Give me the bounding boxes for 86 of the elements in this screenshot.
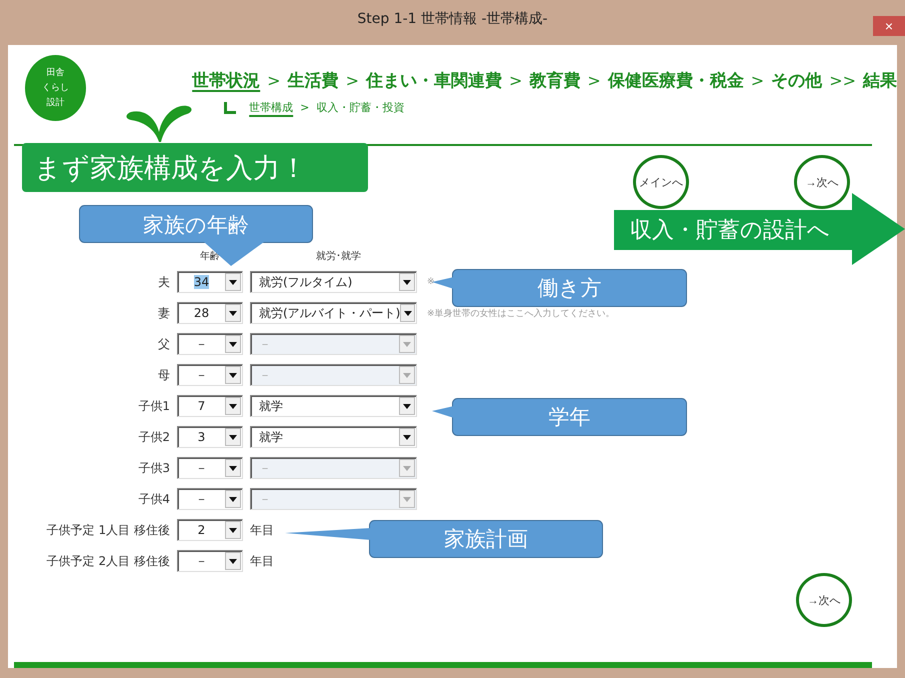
nav-link[interactable]: 生活費 xyxy=(288,69,339,92)
nav-separator: > xyxy=(750,71,764,90)
nav-link[interactable]: その他 xyxy=(771,69,822,92)
banner: まず家族構成を入力！ xyxy=(22,143,368,192)
caret-icon xyxy=(229,466,237,470)
job-combo[interactable]: 就学 xyxy=(250,426,417,448)
caret-icon xyxy=(403,280,411,284)
row-label: 夫 xyxy=(157,274,170,290)
subnav-link[interactable]: 収入・貯蓄・投資 xyxy=(316,100,404,115)
nav-separator: > xyxy=(267,71,281,90)
caret-icon xyxy=(404,310,412,316)
nav-separator: > xyxy=(300,101,310,114)
caret-icon xyxy=(229,310,237,316)
column-header: 就労･就学 xyxy=(315,250,362,263)
dropdown-button[interactable] xyxy=(225,552,241,570)
row-label: 子供予定 2人目 移住後 xyxy=(46,552,170,570)
caret-icon xyxy=(403,372,411,378)
age-combo[interactable]: － xyxy=(177,364,243,386)
callout: 学年 xyxy=(432,398,687,436)
logo-text: 設計 xyxy=(46,98,65,108)
year-combo[interactable]: 2 xyxy=(177,519,243,541)
age-combo[interactable]: 3 xyxy=(177,426,243,448)
caret-icon xyxy=(403,466,411,470)
caret-icon xyxy=(229,496,237,502)
dropdown-button[interactable] xyxy=(225,273,241,291)
window-title: Step 1-1 世帯情報 -世帯構成- xyxy=(357,10,548,28)
job-combo[interactable]: 就学 xyxy=(250,395,417,417)
caret-icon xyxy=(229,372,237,378)
age-combo[interactable]: － xyxy=(177,457,243,479)
row-label: 子供3 xyxy=(137,460,170,476)
row-label: 子供4 xyxy=(137,490,170,508)
age-combo[interactable]: 28 xyxy=(177,302,243,324)
caret-icon xyxy=(403,404,411,408)
dropdown-button[interactable] xyxy=(225,490,241,508)
row-label: 母 xyxy=(157,366,170,384)
dropdown-button[interactable] xyxy=(225,459,241,477)
row-label: 子供予定 1人目 移住後 xyxy=(46,522,170,538)
nav-link[interactable]: 結果 xyxy=(863,69,897,92)
logo-text: 田舎 xyxy=(46,68,65,78)
row-label: 妻 xyxy=(157,304,170,322)
dropdown-button[interactable] xyxy=(399,397,415,415)
job-combo[interactable]: 就労(アルバイト・パート) xyxy=(250,302,417,324)
caret-icon xyxy=(229,434,237,440)
nav-link[interactable]: 住まい・車関連費 xyxy=(366,69,502,92)
subnav-link[interactable]: 世帯構成 xyxy=(249,100,294,115)
callout: 家族計画 xyxy=(285,520,603,558)
callout: 働き方 xyxy=(432,269,687,307)
nav-separator: > xyxy=(587,71,601,90)
year-combo[interactable]: － xyxy=(177,550,243,572)
age-combo[interactable]: － xyxy=(177,488,243,510)
logo-text: くらし xyxy=(42,82,70,94)
dropdown-button[interactable] xyxy=(400,304,415,322)
row-label: 父 xyxy=(157,336,170,352)
nav-link[interactable]: 世帯状況 xyxy=(192,69,260,92)
dropdown-button[interactable] xyxy=(225,428,241,446)
caret-icon xyxy=(229,528,237,532)
job-combo[interactable]: 就労(フルタイム) xyxy=(250,271,417,293)
caret-icon xyxy=(229,558,237,564)
note-text: ※単身世帯の女性はここへ入力してください。 xyxy=(427,308,616,320)
nav-separator: >> xyxy=(829,71,856,90)
caret-icon xyxy=(403,434,411,440)
dropdown-button[interactable] xyxy=(225,366,241,384)
unit-label: 年目 xyxy=(250,552,275,570)
age-combo[interactable]: 7 xyxy=(177,395,243,417)
dropdown-button[interactable] xyxy=(225,521,241,539)
caret-icon xyxy=(229,404,237,408)
dropdown-button[interactable] xyxy=(225,397,241,415)
dropdown-button[interactable] xyxy=(399,273,415,291)
dropdown-button[interactable] xyxy=(225,304,241,322)
row-label: 子供1 xyxy=(137,398,170,414)
caret-icon xyxy=(403,496,411,502)
age-combo[interactable]: 34 xyxy=(177,271,243,293)
row-label: 子供2 xyxy=(137,428,170,446)
corner-icon xyxy=(224,102,236,114)
arrow-head-icon xyxy=(852,193,905,265)
caret-icon xyxy=(403,342,411,346)
nav-link[interactable]: 教育費 xyxy=(529,69,580,92)
nav-link[interactable]: 保健医療費・税金 xyxy=(608,69,744,92)
dropdown-button[interactable] xyxy=(225,335,241,353)
close-button[interactable]: × xyxy=(873,16,905,36)
caret-icon xyxy=(229,280,237,284)
age-combo[interactable]: － xyxy=(177,333,243,355)
nav-separator: > xyxy=(346,71,359,90)
nav-separator: > xyxy=(508,71,522,90)
dropdown-button[interactable] xyxy=(399,428,415,446)
caret-icon xyxy=(229,342,237,346)
